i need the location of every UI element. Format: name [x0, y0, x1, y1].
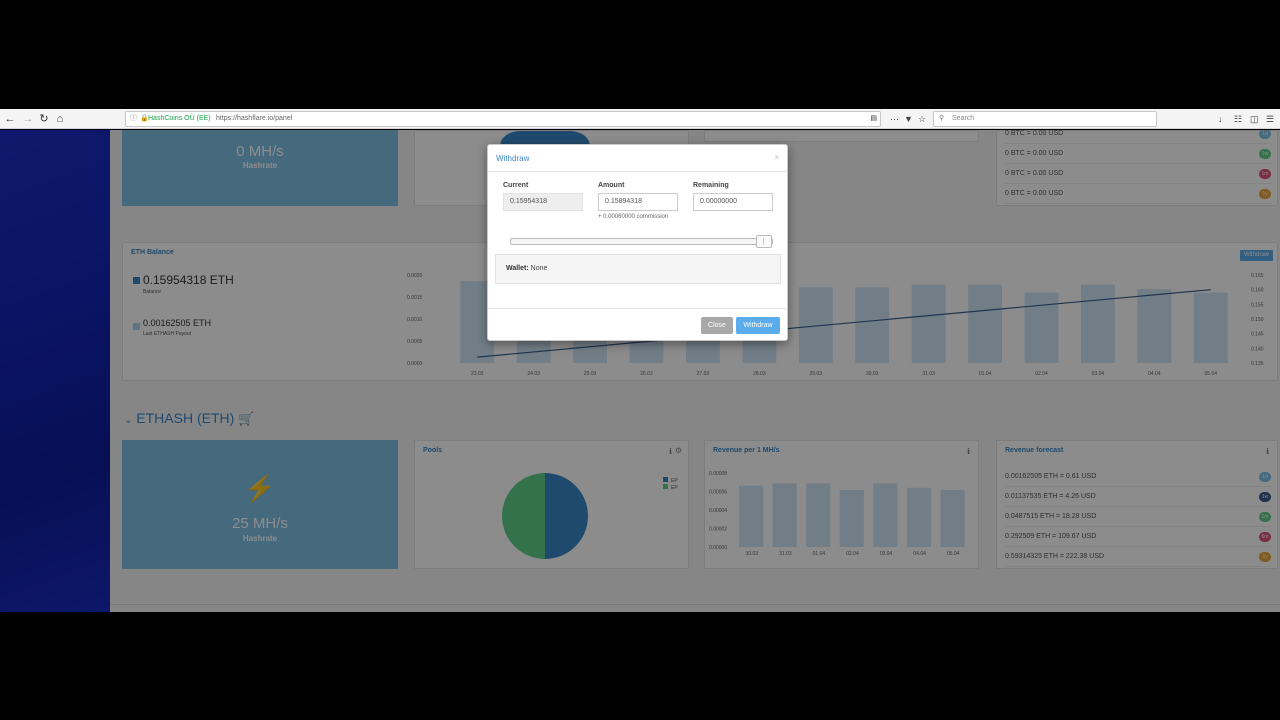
bookmark-star-icon[interactable]: ☆ [918, 111, 926, 127]
url-text[interactable]: https://hashflare.io/panel [216, 112, 292, 126]
pocket-icon[interactable]: ▼ [904, 111, 913, 127]
info-icon[interactable]: ⓘ [130, 112, 137, 126]
browser-toolbar: ← → ↻ ⌂ ⓘ 🔒 HashCoins OÜ (EE) https://ha… [0, 109, 1280, 129]
reload-icon[interactable]: ↻ [36, 111, 52, 127]
current-label: Current [503, 182, 529, 189]
forward-icon[interactable]: → [20, 111, 36, 127]
menu-icon[interactable]: ☰ [1266, 111, 1274, 127]
wallet-label: Wallet: [506, 265, 529, 272]
wallet-info: Wallet: None [495, 254, 781, 284]
search-input[interactable]: ⚲ Search [933, 111, 1157, 127]
sidebar-icon[interactable]: ◫ [1250, 111, 1259, 127]
download-icon[interactable]: ↓ [1218, 111, 1223, 127]
wallet-value: None [530, 265, 548, 272]
current-field: 0.15954318 [503, 193, 583, 211]
modal-footer: Close Withdraw [488, 308, 787, 342]
close-button[interactable]: Close [701, 317, 733, 334]
amount-field[interactable]: 0.15894318 [598, 193, 678, 211]
slider-handle[interactable] [756, 235, 772, 248]
reader-view-icon[interactable]: ▤ [870, 112, 877, 126]
modal-header: Withdraw × [488, 145, 787, 172]
commission-text: + 0.00060000 commission [598, 214, 669, 220]
close-icon[interactable]: × [774, 153, 779, 162]
amount-slider[interactable] [510, 238, 773, 245]
withdraw-button[interactable]: Withdraw [736, 317, 780, 334]
url-bar[interactable]: ⓘ 🔒 HashCoins OÜ (EE) https://hashflare.… [125, 111, 881, 127]
site-identity[interactable]: HashCoins OÜ (EE) [148, 112, 211, 126]
search-icon: ⚲ [939, 115, 945, 122]
withdraw-modal: Withdraw × Current 0.15954318 Amount 0.1… [487, 144, 788, 341]
home-icon[interactable]: ⌂ [52, 111, 68, 127]
search-placeholder: Search [952, 115, 975, 122]
modal-title: Withdraw [496, 154, 530, 163]
remaining-label: Remaining [693, 182, 729, 189]
library-icon[interactable]: ☷ [1234, 111, 1242, 127]
back-icon[interactable]: ← [2, 111, 18, 127]
remaining-field[interactable]: 0.00000000 [693, 193, 773, 211]
more-icon[interactable]: ⋯ [890, 111, 899, 127]
amount-label: Amount [598, 182, 625, 189]
